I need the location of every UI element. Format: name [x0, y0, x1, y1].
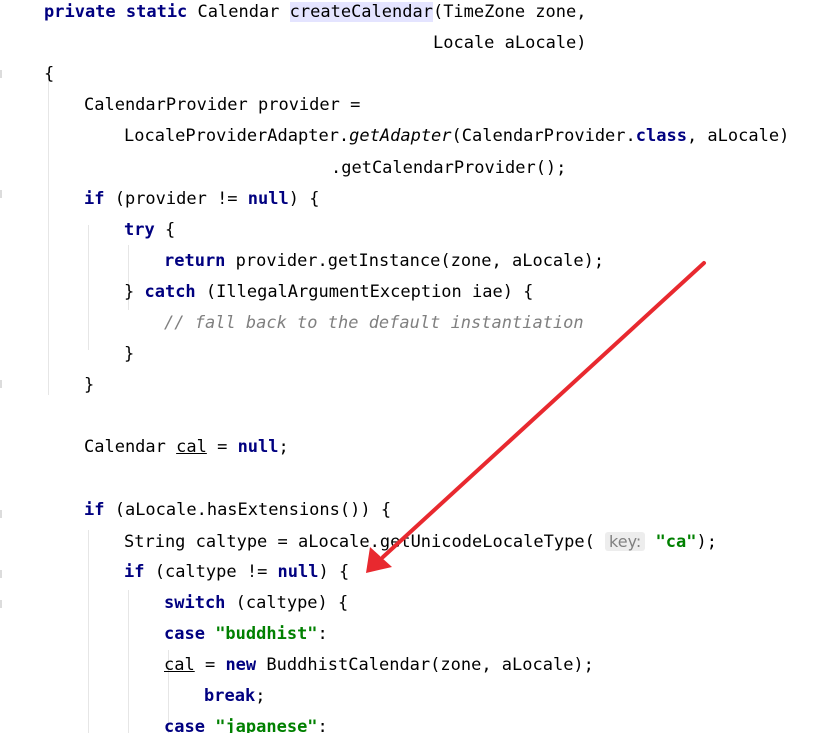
code-editor[interactable]: private static Calendar createCalendar(T… — [0, 0, 835, 733]
annotation-arrow — [366, 261, 706, 573]
